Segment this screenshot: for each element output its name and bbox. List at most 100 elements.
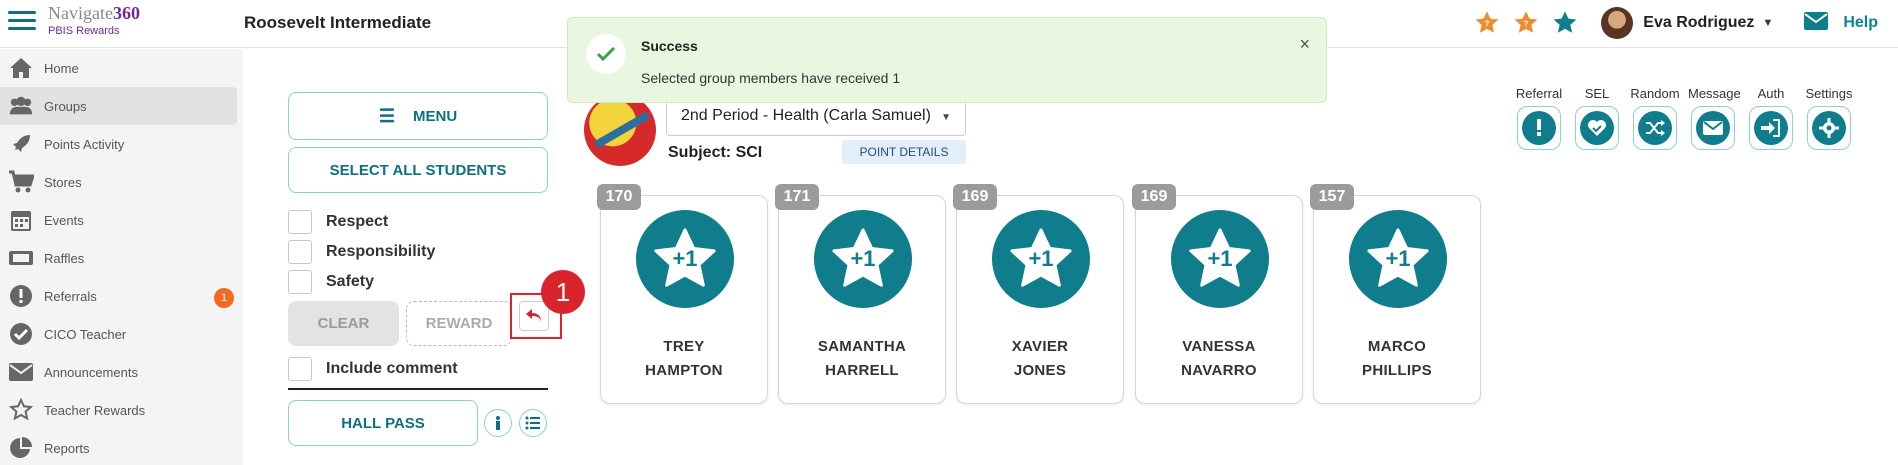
sidebar-item-home[interactable]: Home [0, 49, 243, 87]
tool-message[interactable]: Message [1688, 86, 1741, 150]
sidebar-item-events[interactable]: Events [0, 201, 243, 239]
student-card[interactable]: 171 +1 SAMANTHA HARRELL [775, 184, 946, 404]
sidebar-item-groups[interactable]: Groups [0, 87, 237, 125]
sidebar-item-referrals[interactable]: Referrals 1 [0, 277, 243, 315]
behavior-label: Responsibility [326, 243, 436, 260]
mail-icon[interactable] [1803, 11, 1829, 36]
checkbox[interactable] [288, 357, 312, 381]
menu-button[interactable]: ☰ MENU [288, 92, 548, 140]
tool-settings[interactable]: Settings [1804, 86, 1854, 150]
tool-random[interactable]: Random [1630, 86, 1680, 150]
sidebar-item-stores[interactable]: Stores [0, 163, 243, 201]
student-card[interactable]: 169 +1 VANESSA NAVARRO [1132, 184, 1303, 404]
behavior-checkbox-responsibility[interactable]: Responsibility [288, 239, 435, 265]
alert-icon [1522, 111, 1556, 145]
referral-button[interactable] [1517, 106, 1561, 150]
group-select-value: 2nd Period - Health (Carla Samuel) [681, 107, 931, 124]
sidebar-item-label: Referrals [44, 288, 97, 304]
award-circle: +1 [992, 210, 1090, 308]
sidebar-item-label: CICO Teacher [44, 326, 127, 342]
user-name[interactable]: Eva Rodriguez [1643, 14, 1754, 32]
notification-badge: 1 [214, 288, 234, 308]
mail-icon [1696, 111, 1730, 145]
list-icon[interactable] [519, 409, 547, 437]
award-circle: +1 [1171, 210, 1269, 308]
sidebar-item-announcements[interactable]: Announcements [0, 353, 243, 391]
tool-label: Settings [1805, 86, 1853, 101]
svg-text:?: ? [1524, 20, 1529, 29]
close-icon[interactable]: × [1299, 34, 1310, 55]
student-card[interactable]: 169 +1 XAVIER JONES [953, 184, 1124, 404]
sidebar-item-raffles[interactable]: Raffles [0, 239, 243, 277]
random-button[interactable] [1633, 106, 1677, 150]
behavior-checkbox-safety[interactable]: Safety [288, 269, 374, 295]
calendar-icon [8, 207, 34, 233]
sidebar-item-teacher-rewards[interactable]: Teacher Rewards [0, 391, 243, 429]
groups-icon [8, 93, 34, 119]
mail-icon [8, 359, 34, 385]
tool-auth[interactable]: Auth [1746, 86, 1796, 150]
sidebar-item-reports[interactable]: Reports [0, 429, 243, 465]
points-badge: 170 [597, 184, 641, 210]
student-last-name: HARRELL [825, 362, 899, 379]
info-icon[interactable] [484, 409, 512, 437]
award-label: +1 [1207, 246, 1233, 271]
sidebar-item-points-activity[interactable]: Points Activity [0, 125, 243, 163]
checkbox[interactable] [288, 270, 312, 294]
sidebar-item-label: Stores [44, 174, 82, 190]
subject-line: Subject: SCI [668, 144, 762, 162]
check-icon [586, 34, 626, 74]
message-button[interactable] [1691, 106, 1735, 150]
include-comment-checkbox[interactable]: Include comment [288, 356, 458, 382]
success-toast: Success Selected group members have rece… [567, 17, 1327, 103]
hamburger-menu-icon[interactable] [8, 6, 36, 34]
shuffle-icon [1638, 111, 1672, 145]
checkbox[interactable] [288, 240, 312, 264]
sidebar-item-label: Home [44, 60, 79, 76]
sidebar-item-label: Teacher Rewards [44, 402, 146, 418]
toast-title: Success [641, 38, 698, 54]
avatar[interactable] [1601, 7, 1634, 39]
sidebar-item-label: Points Activity [44, 136, 125, 152]
tool-sel[interactable]: SEL [1572, 86, 1622, 150]
teal-star-icon[interactable] [1550, 8, 1580, 38]
hall-pass-button[interactable]: HALL PASS [288, 400, 478, 446]
auth-button[interactable] [1749, 106, 1793, 150]
student-first-name: MARCO [1367, 338, 1427, 355]
student-card[interactable]: 157 +1 MARCO PHILLIPS [1310, 184, 1481, 404]
sidebar-item-label: Events [44, 212, 84, 228]
help-link[interactable]: Help [1843, 14, 1878, 32]
rocket-icon [8, 131, 34, 157]
behavior-checkbox-respect[interactable]: Respect [288, 209, 388, 235]
menu-icon: ☰ [378, 105, 395, 126]
clear-button[interactable]: CLEAR [288, 301, 399, 346]
ticket-icon [8, 245, 34, 271]
reward-button[interactable]: REWARD [406, 301, 512, 346]
cart-icon [8, 169, 34, 195]
student-first-name: TREY [663, 338, 705, 355]
alert-icon [8, 283, 34, 309]
chevron-down-icon[interactable]: ▼ [1762, 17, 1773, 29]
checkbox[interactable] [288, 210, 312, 234]
svg-text:?: ? [1485, 20, 1490, 29]
student-first-name: XAVIER [1011, 338, 1069, 355]
student-card[interactable]: 170 +1 TREY HAMPTON [597, 184, 768, 404]
student-last-name: NAVARRO [1181, 362, 1257, 379]
behavior-label: Respect [326, 213, 389, 230]
award-star-icon[interactable]: ? [1472, 8, 1502, 38]
heart-check-icon [1580, 111, 1614, 145]
app-logo[interactable]: Navigate360 PBIS Rewards [48, 3, 140, 37]
subject-label: Subject: [668, 144, 732, 161]
award-circle: +1 [814, 210, 912, 308]
sidebar-item-cico-teacher[interactable]: CICO Teacher [0, 315, 243, 353]
tool-referral[interactable]: Referral [1514, 86, 1564, 150]
sel-button[interactable] [1575, 106, 1619, 150]
select-all-students-button[interactable]: SELECT ALL STUDENTS [288, 147, 548, 193]
award-star-icon[interactable]: ? [1511, 8, 1541, 38]
menu-label: MENU [412, 107, 458, 125]
settings-button[interactable] [1807, 106, 1851, 150]
point-details-button[interactable]: POINT DETAILS [842, 140, 966, 164]
sidebar: Home Groups Points Activity Stores Event… [0, 49, 243, 465]
subject-value: SCI [735, 144, 763, 161]
student-last-name: PHILLIPS [1362, 362, 1432, 379]
